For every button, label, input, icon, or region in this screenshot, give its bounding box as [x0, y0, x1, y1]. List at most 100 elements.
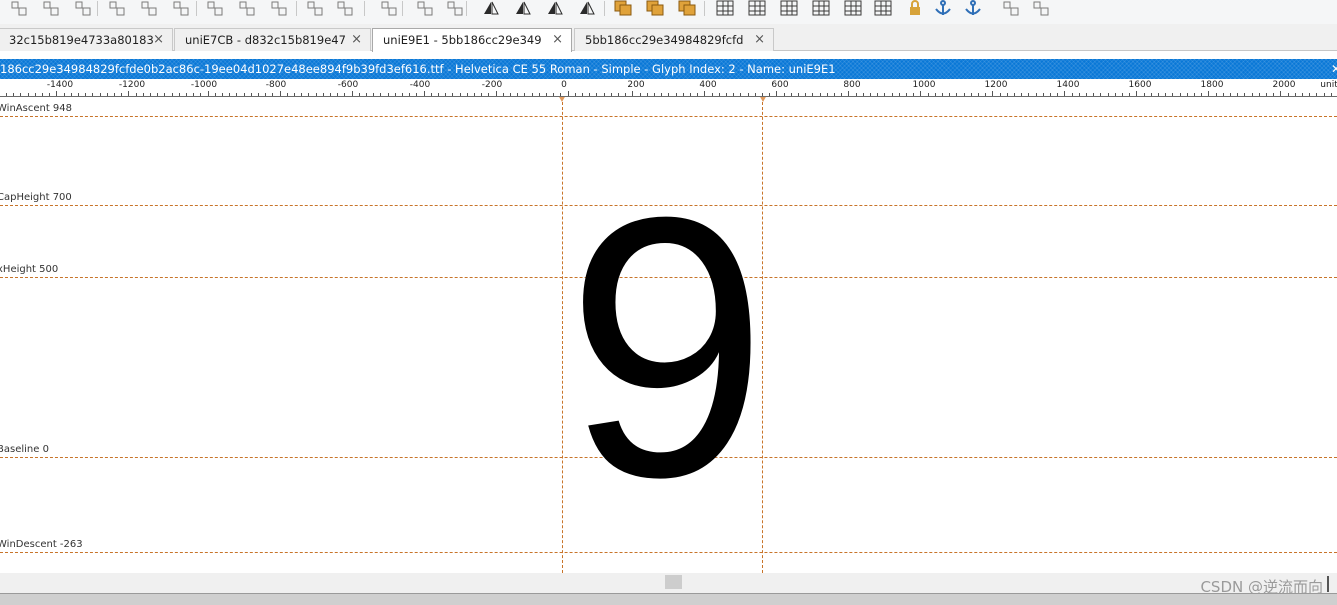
ruler-tick — [100, 93, 101, 96]
ruler-tick — [452, 93, 453, 96]
ruler-tick — [532, 93, 533, 96]
left-bearing-marker[interactable] — [558, 97, 566, 102]
ruler-tick — [1237, 93, 1238, 96]
lock-icon[interactable] — [906, 0, 924, 16]
ruler-tick — [1180, 93, 1181, 96]
ruler-tick — [784, 93, 785, 96]
ruler-tick — [877, 93, 878, 96]
ruler-tick — [359, 93, 360, 96]
ruler-tick — [431, 93, 432, 96]
distribute-v-icon[interactable] — [336, 0, 354, 16]
ruler-tick — [164, 93, 165, 96]
ruler-label: 1800 — [1200, 80, 1224, 90]
grid-lock-icon[interactable] — [844, 0, 862, 16]
metric-label-xheight: xHeight 500 — [0, 264, 59, 275]
ruler-tick — [776, 91, 777, 96]
flip-left-icon[interactable] — [482, 0, 500, 16]
advance-width-marker[interactable] — [759, 97, 767, 102]
ruler-tick — [971, 93, 972, 96]
pen-icon[interactable] — [446, 0, 464, 16]
ruler-tick — [611, 93, 612, 96]
intersect-icon[interactable] — [646, 0, 664, 16]
ruler-tick — [157, 93, 158, 96]
scrollbar-thumb[interactable] — [665, 575, 682, 589]
align-icon[interactable] — [74, 0, 92, 16]
ruler-tick — [330, 93, 331, 96]
tab-4[interactable]: 5bb186cc29e34984829fcfd × — [574, 28, 774, 51]
ruler-tick — [546, 93, 547, 96]
align-middle-icon[interactable] — [238, 0, 256, 16]
info-icon[interactable] — [1032, 0, 1050, 16]
ruler-tick — [1259, 93, 1260, 96]
tab-3-active[interactable]: uniE9E1 - 5bb186cc29e349 × — [372, 28, 572, 52]
ruler-tick — [1331, 93, 1332, 96]
flip-up-icon[interactable] — [514, 0, 532, 16]
ruler-tick — [1280, 91, 1281, 96]
close-icon[interactable]: ✕ — [1331, 59, 1337, 79]
ruler-tick — [618, 93, 619, 96]
tab-label: 5bb186cc29e34984829fcfd — [585, 33, 744, 47]
ruler-tick — [1136, 91, 1137, 96]
ruler-tick — [215, 93, 216, 96]
ruler-tick — [755, 93, 756, 96]
ruler-tick — [1158, 93, 1159, 96]
resize-grip-icon[interactable] — [1327, 576, 1335, 592]
align-icon[interactable] — [42, 0, 60, 16]
align-center-icon[interactable] — [140, 0, 158, 16]
horizontal-scrollbar[interactable] — [0, 573, 1337, 593]
branch-icon[interactable] — [1002, 0, 1020, 16]
align-left-icon[interactable] — [108, 0, 126, 16]
ruler-label: 600 — [771, 80, 789, 90]
align-bottom-icon[interactable] — [270, 0, 288, 16]
ruler-tick — [1208, 91, 1209, 96]
ruler-tick — [337, 93, 338, 96]
align-right-icon[interactable] — [172, 0, 190, 16]
glyph-edit-canvas[interactable]: WinAscent 948 CapHeight 700 xHeight 500 … — [0, 97, 1337, 573]
tab-label: uniE9E1 - 5bb186cc29e349 — [383, 33, 542, 47]
ruler-tick — [323, 93, 324, 96]
ruler-tick — [827, 93, 828, 96]
close-icon[interactable]: × — [351, 29, 362, 51]
tab-label: uniE7CB - d832c15b819e47 — [185, 33, 345, 47]
distribute-h-icon[interactable] — [306, 0, 324, 16]
grid-active-icon[interactable] — [780, 0, 798, 16]
anchor-lock-icon[interactable] — [964, 0, 982, 16]
close-icon[interactable]: × — [552, 29, 563, 51]
status-bar — [0, 593, 1337, 605]
ruler-tick — [78, 93, 79, 96]
g-letter-icon[interactable] — [380, 0, 398, 16]
rotate-icon[interactable] — [546, 0, 564, 16]
ruler-tick — [820, 93, 821, 96]
close-icon[interactable]: × — [153, 29, 164, 51]
ruler-tick — [985, 93, 986, 96]
ruler-tick — [841, 93, 842, 96]
union-icon[interactable] — [614, 0, 632, 16]
grid-columns-icon[interactable] — [874, 0, 892, 16]
ruler-tick — [1172, 93, 1173, 96]
tab-bar: 32c15b819e4733a801836 × uniE7CB - d832c1… — [0, 24, 1337, 52]
ruler-tick — [1324, 93, 1325, 96]
ruler-tick — [280, 91, 281, 96]
close-icon[interactable]: × — [754, 29, 765, 51]
circle-icon[interactable] — [416, 0, 434, 16]
subtract-icon[interactable] — [678, 0, 696, 16]
ruler-tick — [805, 93, 806, 96]
skew-icon[interactable] — [578, 0, 596, 16]
ruler-tick — [1108, 93, 1109, 96]
ruler-tick — [870, 93, 871, 96]
glyph-outline[interactable]: 9 — [566, 163, 768, 533]
grid-icon[interactable] — [716, 0, 734, 16]
grid-5-icon[interactable] — [748, 0, 766, 16]
tab-1[interactable]: 32c15b819e4733a801836 × — [0, 28, 173, 51]
ruler-tick — [1244, 93, 1245, 96]
ruler-tick — [1216, 93, 1217, 96]
ruler-tick — [928, 93, 929, 96]
grid-5b-icon[interactable] — [812, 0, 830, 16]
align-icon[interactable] — [10, 0, 28, 16]
anchor-icon[interactable] — [934, 0, 952, 16]
ruler-label: -600 — [337, 80, 359, 90]
ruler-tick — [589, 93, 590, 96]
align-top-icon[interactable] — [206, 0, 224, 16]
tab-2[interactable]: uniE7CB - d832c15b819e47 × — [174, 28, 371, 51]
left-sidebearing-line[interactable] — [562, 97, 563, 573]
